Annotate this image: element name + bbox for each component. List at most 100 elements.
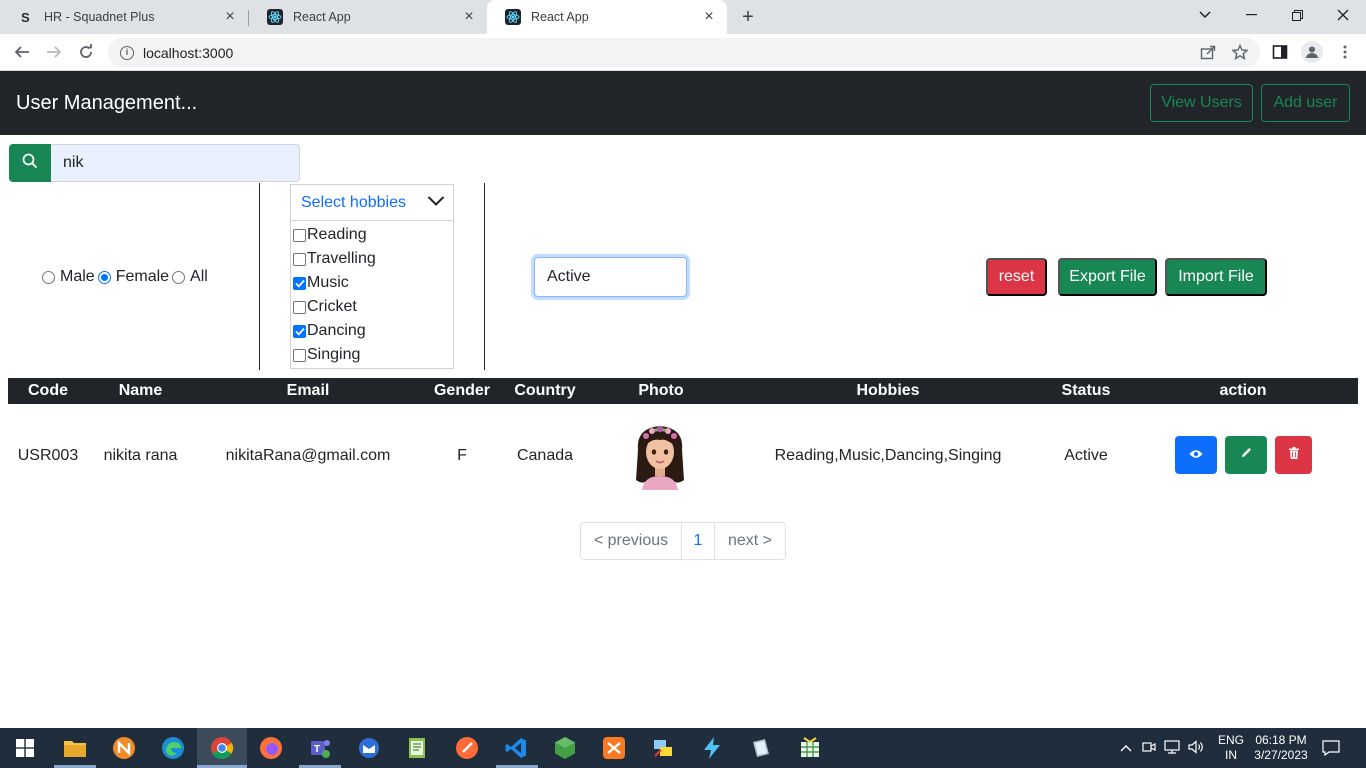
browser-tab-react-2[interactable]: React App ×: [487, 0, 727, 34]
url-text: localhost:3000: [143, 44, 234, 61]
close-tab-icon[interactable]: ×: [701, 8, 717, 25]
nodejs-icon[interactable]: [551, 734, 579, 762]
divider: [259, 183, 260, 370]
hobby-item-cricket[interactable]: Cricket: [291, 295, 453, 319]
windows-start-icon[interactable]: [11, 734, 39, 762]
restore-icon[interactable]: [1274, 0, 1320, 30]
app-blue-icon[interactable]: [355, 734, 383, 762]
back-icon[interactable]: [10, 40, 34, 64]
thunder-app-icon[interactable]: [698, 734, 726, 762]
search-button[interactable]: [9, 144, 51, 182]
checkbox[interactable]: [293, 276, 306, 290]
gender-radio-female[interactable]: [97, 270, 111, 284]
app-brand[interactable]: User Management...: [16, 92, 197, 115]
gender-label-all: All: [190, 268, 208, 285]
edit-user-button[interactable]: [1225, 436, 1267, 474]
next-page-button[interactable]: next >: [715, 523, 785, 559]
chevron-down-icon: [427, 194, 445, 212]
checkbox[interactable]: [293, 348, 306, 362]
previous-page-button[interactable]: < previous: [581, 523, 682, 559]
close-tab-icon[interactable]: ×: [222, 8, 238, 25]
page-number-current[interactable]: 1: [682, 523, 715, 559]
add-user-button[interactable]: Add user: [1261, 84, 1350, 122]
profile-avatar-icon[interactable]: [1301, 41, 1323, 63]
column-header-status: Status: [1061, 382, 1111, 399]
reset-button[interactable]: reset: [986, 258, 1047, 296]
eye-icon: [1189, 446, 1203, 464]
tab-search-icon[interactable]: [1182, 0, 1228, 30]
hobbies-placeholder: Select hobbies: [301, 193, 406, 211]
minimize-icon[interactable]: [1228, 0, 1274, 30]
close-tab-icon[interactable]: ×: [461, 8, 477, 25]
app-orange-icon[interactable]: [110, 734, 138, 762]
forward-icon[interactable]: [42, 40, 66, 64]
hobby-item-travelling[interactable]: Travelling: [291, 247, 453, 271]
browser-tab-react-1[interactable]: React App ×: [249, 0, 487, 34]
status-filter-input[interactable]: Active: [534, 257, 687, 297]
new-tab-button[interactable]: +: [736, 5, 760, 29]
gender-radio-all[interactable]: [172, 270, 186, 284]
checkbox[interactable]: [293, 324, 306, 338]
notepad-icon[interactable]: [404, 734, 432, 762]
column-header-country: Country: [514, 382, 576, 399]
browser-menu-icon[interactable]: [1335, 42, 1355, 62]
react-icon: [267, 9, 283, 25]
hobby-item-reading[interactable]: Reading: [291, 223, 453, 247]
column-header-email: Email: [286, 382, 330, 399]
hobby-label: Cricket: [307, 298, 357, 315]
cell-hobbies: Reading,Music,Dancing,Singing: [774, 447, 1002, 464]
clock-date: 3/27/2023: [1254, 748, 1308, 762]
teams-icon[interactable]: T: [306, 734, 334, 762]
notification-icon[interactable]: [1322, 728, 1340, 768]
vscode-icon[interactable]: [502, 734, 530, 762]
view-user-button[interactable]: [1175, 436, 1217, 474]
tab-title: React App: [293, 10, 351, 24]
export-file-button[interactable]: Export File: [1058, 258, 1157, 296]
bookmark-star-icon[interactable]: [1230, 42, 1250, 62]
column-header-hobbies: Hobbies: [856, 382, 920, 399]
postman-icon[interactable]: [453, 734, 481, 762]
gender-radio-male[interactable]: [42, 270, 55, 284]
reload-icon[interactable]: [74, 40, 98, 64]
cell-name: nikita rana: [103, 447, 178, 464]
clock[interactable]: 06:18 PM 3/27/2023: [1252, 728, 1310, 768]
language-indicator[interactable]: ENG IN: [1218, 728, 1244, 768]
chrome-icon[interactable]: [208, 734, 236, 762]
notebook-app-icon[interactable]: [747, 734, 775, 762]
network-app-icon[interactable]: [649, 734, 677, 762]
search-input[interactable]: nik: [51, 144, 300, 182]
hobby-item-dancing[interactable]: Dancing: [291, 319, 453, 343]
delete-user-button[interactable]: [1275, 436, 1312, 474]
site-info-icon[interactable]: i: [120, 45, 134, 60]
svg-text:S: S: [21, 10, 30, 24]
edge-browser-icon[interactable]: [159, 734, 187, 762]
column-header-gender: Gender: [433, 382, 490, 399]
hobby-item-singing[interactable]: Singing: [291, 343, 453, 367]
network-icon[interactable]: [1164, 739, 1180, 757]
language-code: ENG: [1218, 733, 1245, 747]
spreadsheet-app-icon[interactable]: [796, 734, 824, 762]
divider: [484, 183, 485, 370]
hobby-label: Reading: [307, 226, 367, 243]
checkbox[interactable]: [293, 252, 306, 266]
volume-icon[interactable]: [1188, 739, 1204, 757]
close-window-icon[interactable]: [1320, 0, 1366, 30]
gender-label-female: Female: [115, 268, 170, 285]
meet-now-icon[interactable]: [1142, 740, 1156, 757]
checkbox[interactable]: [293, 228, 306, 242]
import-file-button[interactable]: Import File: [1165, 258, 1267, 296]
hobbies-select-toggle[interactable]: Select hobbies: [291, 185, 453, 221]
svg-text:T: T: [314, 744, 320, 755]
chevron-up-icon[interactable]: [1120, 741, 1132, 755]
file-explorer-icon[interactable]: [61, 734, 89, 762]
checkbox[interactable]: [293, 300, 306, 314]
browser-tab-hr[interactable]: S HR - Squadnet Plus ×: [0, 0, 248, 34]
view-users-button[interactable]: View Users: [1150, 84, 1253, 122]
xampp-icon[interactable]: [600, 734, 628, 762]
share-icon[interactable]: [1198, 42, 1218, 62]
windows-taskbar: T ENG IN 06:18 PM 3/27/2023: [0, 728, 1366, 768]
url-field[interactable]: i localhost:3000: [108, 38, 1260, 67]
side-panel-icon[interactable]: [1270, 42, 1290, 62]
hobby-item-music[interactable]: Music: [291, 271, 453, 295]
firefox-icon[interactable]: [257, 734, 285, 762]
